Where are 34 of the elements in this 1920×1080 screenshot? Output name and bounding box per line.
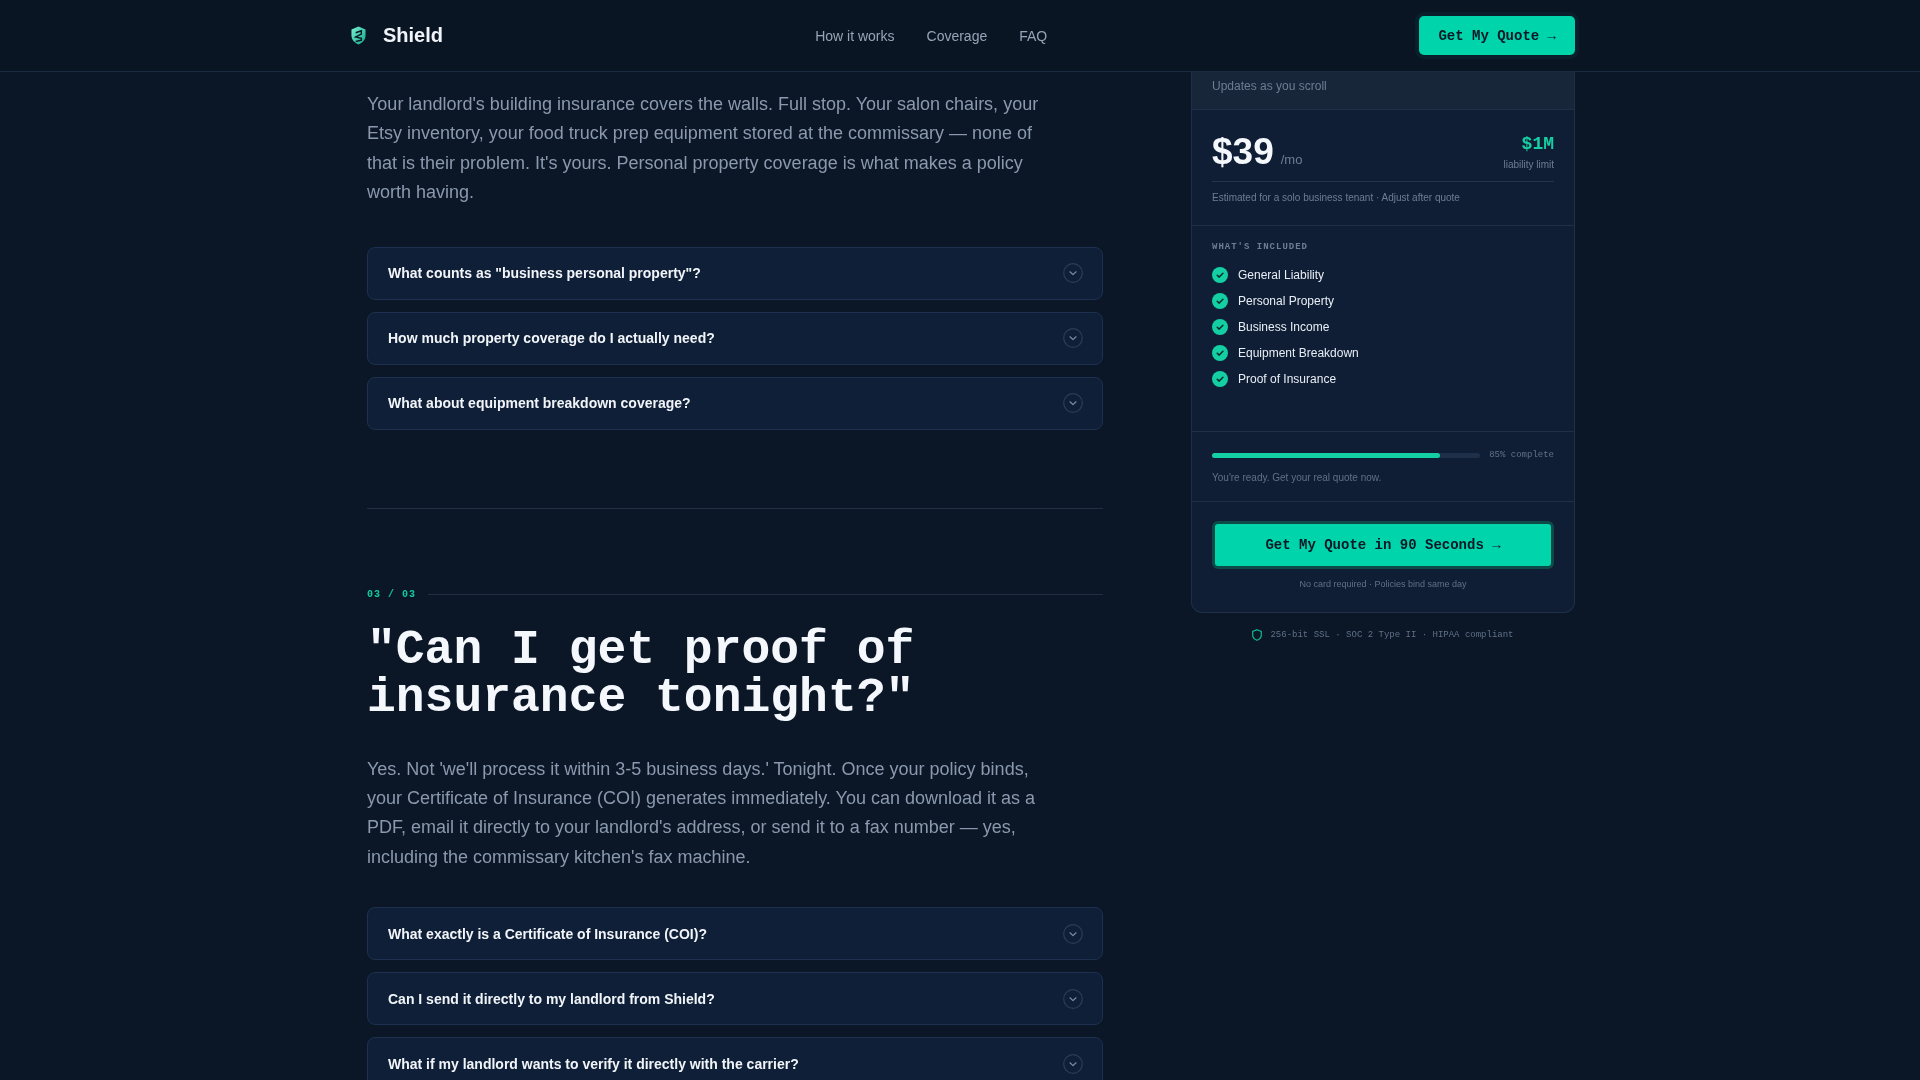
coverage-item-label: Personal Property — [1238, 294, 1335, 308]
get-quote-button[interactable]: Get My Quote → — [1419, 16, 1575, 55]
body-paragraph: Your landlord's building insurance covers the walls. Full stop. Your salon chairs, your Etsy inventory, your food truck prep equipment stored at the commissary — none of that is their problem. It's yours. Personal property coverage is what makes a policy worth having. — [367, 93, 1040, 205]
nav-link[interactable]: FAQ — [1019, 27, 1048, 44]
section-counter: 03 / 03 — [367, 587, 416, 602]
coverage-item-label: Business Income — [1238, 320, 1330, 334]
price-period: /mo — [1280, 152, 1303, 167]
faq-accordion-item[interactable]: What exactly is a Certificate of Insurance (COI)? — [367, 907, 1103, 961]
liability-limit-label: liability limit — [1503, 158, 1554, 172]
progress-message: You're ready. Get your real quote now. — [1212, 471, 1383, 485]
faq-accordion-item[interactable]: What if my landlord wants to verify it directly with the carrier? — [367, 1037, 1103, 1080]
faq-accordion-item[interactable]: What counts as "business personal property"? — [367, 246, 1103, 300]
card-subtitle: Updates as you scroll — [1212, 79, 1327, 93]
brand-name[interactable]: Shield — [383, 24, 443, 47]
security-badges-text: 256-bit SSL · SOC 2 Type II · HIPAA compliant — [1270, 629, 1514, 641]
progress-reading: 85% complete — [1489, 449, 1554, 461]
faq-accordion-item[interactable]: What about equipment breakdown coverage? — [367, 376, 1103, 430]
coverage-item-label: General Liability — [1238, 268, 1325, 282]
coverage-item-label: Equipment Breakdown — [1238, 346, 1359, 360]
cta-note: No card required · Policies bind same day — [1298, 578, 1468, 591]
nav-link[interactable]: How it works — [815, 27, 895, 44]
monthly-price: $39 — [1212, 130, 1274, 174]
faq-accordion-item[interactable]: How much property coverage do I actually need? — [367, 311, 1103, 365]
estimate-note: Estimated for a solo business tenant · Adjust after quote — [1212, 191, 1461, 205]
liability-limit-value: $1M — [1521, 133, 1554, 155]
nav-link[interactable]: Coverage — [926, 27, 988, 44]
section-heading: "Can I get proof of insurance tonight?" — [367, 625, 916, 722]
included-heading: WHAT'S INCLUDED — [1212, 241, 1309, 253]
coverage-item-label: Proof of Insurance — [1238, 372, 1337, 386]
get-quote-cta-button[interactable]: Get My Quote in 90 Seconds → — [1212, 521, 1554, 569]
faq-accordion-item[interactable]: Can I send it directly to my landlord from Shield? — [367, 972, 1103, 1026]
shield-outline-icon — [1252, 629, 1263, 641]
body-paragraph: Yes. Not 'we'll process it within 3-5 business days.' Tonight. Once your policy binds, your Certificate of Insurance (COI) generates immediately. You can download it as a PDF, email it directly to your landlord's address, or send it to a fax number — yes, including the commissary kitchen's fax machine. — [367, 757, 1036, 869]
shield-logo-icon[interactable] — [351, 26, 366, 45]
